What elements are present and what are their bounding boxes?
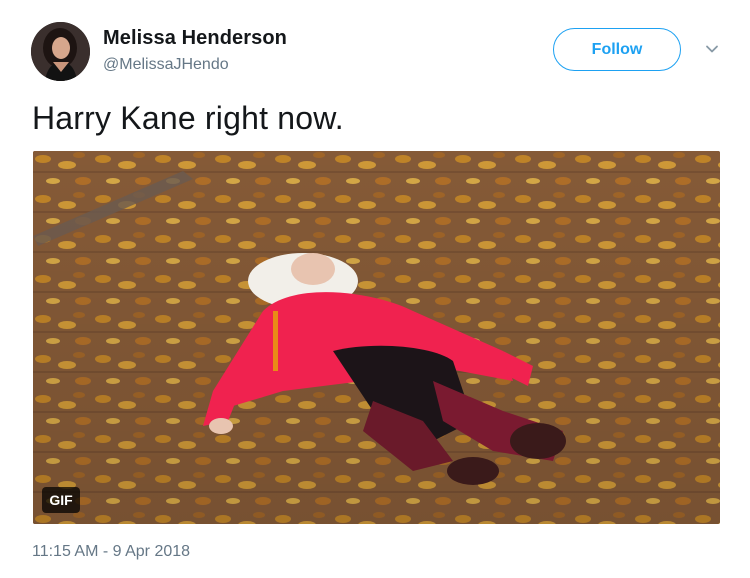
gif-media[interactable]: [33, 151, 720, 524]
chevron-down-icon[interactable]: [704, 41, 720, 57]
gif-badge: GIF: [42, 487, 80, 513]
follow-button[interactable]: Follow: [553, 28, 681, 71]
avatar-image: [31, 22, 90, 81]
tweet-timestamp[interactable]: 11:15 AM - 9 Apr 2018: [32, 543, 190, 561]
author-handle[interactable]: @MelissaJHendo: [103, 56, 229, 74]
avatar[interactable]: [31, 22, 90, 81]
tweet-card: Melissa Henderson @MelissaJHendo Follow …: [0, 0, 750, 578]
tweet-text: Harry Kane right now.: [32, 100, 344, 136]
author-display-name[interactable]: Melissa Henderson: [103, 27, 287, 50]
gif-frame-image: [33, 151, 720, 524]
